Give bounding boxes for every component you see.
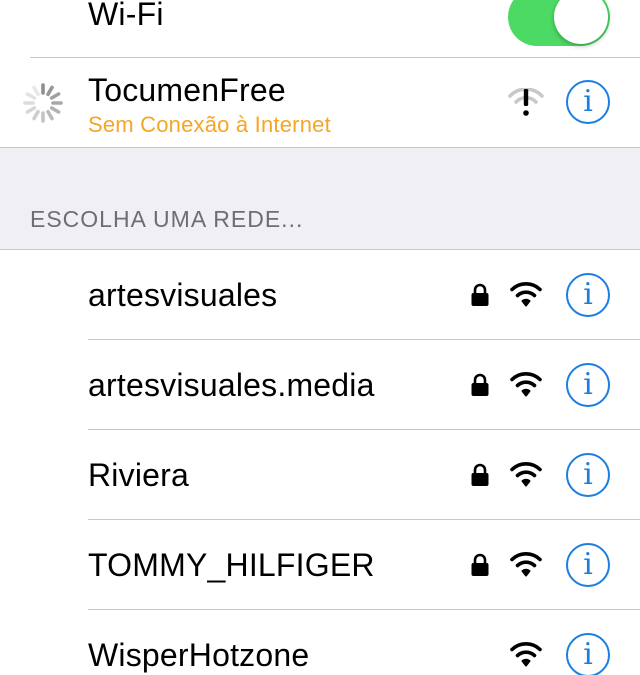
network-name: TOMMY_HILFIGER — [88, 547, 375, 583]
toggle-knob[interactable] — [554, 0, 608, 44]
wifi-signal-icon — [510, 280, 542, 308]
network-row[interactable]: artesvisuales i — [0, 250, 640, 340]
wifi-signal-icon — [510, 460, 542, 488]
wifi-label: Wi-Fi — [88, 0, 164, 32]
wifi-warning-icon — [508, 88, 544, 116]
wifi-signal-icon — [510, 550, 542, 578]
network-row[interactable]: artesvisuales.media i — [0, 340, 640, 430]
network-name: artesvisuales — [88, 277, 278, 313]
network-info-button[interactable]: i — [566, 453, 610, 497]
section-header-background — [0, 148, 640, 250]
network-info-button[interactable]: i — [566, 633, 610, 675]
connected-network-name: TocumenFree — [88, 72, 286, 108]
network-name: WisperHotzone — [88, 637, 310, 673]
network-row[interactable]: WisperHotzone i — [0, 610, 640, 675]
wifi-toggle[interactable] — [508, 0, 610, 46]
network-info-button[interactable]: i — [566, 273, 610, 317]
connection-status: Sem Conexão à Internet — [88, 112, 331, 137]
lock-icon — [470, 463, 490, 487]
network-info-button[interactable]: i — [566, 80, 610, 124]
loading-spinner-icon — [23, 83, 63, 123]
lock-icon — [470, 373, 490, 397]
lock-icon — [470, 283, 490, 307]
wifi-settings-screen: Wi-Fi TocumenFree Sem Conexão à Internet… — [0, 0, 640, 675]
wifi-signal-icon — [510, 370, 542, 398]
wifi-signal-icon — [510, 640, 542, 668]
lock-icon — [470, 553, 490, 577]
network-row[interactable]: Riviera i — [0, 430, 640, 520]
network-row[interactable]: TOMMY_HILFIGER i — [0, 520, 640, 610]
connected-network-row[interactable]: TocumenFree Sem Conexão à Internet i — [0, 58, 640, 148]
network-name: Riviera — [88, 457, 189, 493]
network-info-button[interactable]: i — [566, 543, 610, 587]
section-title: ESCOLHA UMA REDE... — [30, 206, 304, 232]
network-info-button[interactable]: i — [566, 363, 610, 407]
wifi-toggle-row: Wi-Fi — [0, 0, 640, 58]
network-name: artesvisuales.media — [88, 367, 375, 403]
